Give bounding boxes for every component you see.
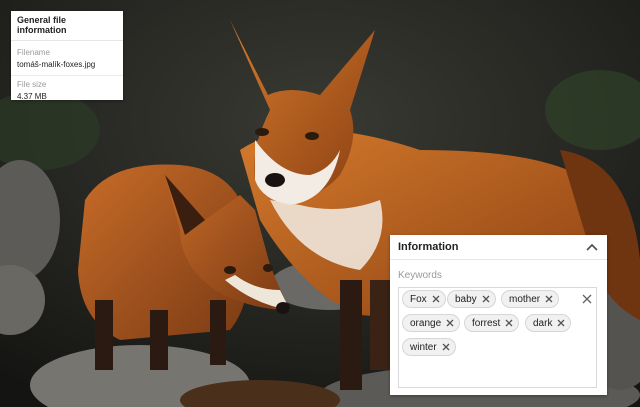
keyword-chip-label: dark — [533, 317, 553, 329]
keywords-label: Keywords — [398, 270, 442, 281]
close-icon[interactable] — [431, 294, 441, 304]
keyword-chip-label: Fox — [410, 293, 427, 305]
close-icon[interactable] — [556, 318, 566, 328]
close-icon[interactable] — [441, 342, 451, 352]
filesize-label: File size — [17, 80, 47, 89]
close-icon[interactable] — [504, 318, 514, 328]
close-icon[interactable] — [544, 294, 554, 304]
keyword-chip-label: baby — [455, 293, 477, 305]
keyword-chip: mother — [501, 290, 560, 308]
keyword-chip: baby — [447, 290, 496, 308]
keyword-chip: dark — [525, 314, 572, 332]
close-icon[interactable] — [445, 318, 455, 328]
filesize-value: 4.37 MB — [17, 92, 47, 101]
close-icon[interactable] — [481, 294, 491, 304]
keyword-chip-label: forrest — [472, 317, 501, 329]
information-panel: Information Keywords Fox baby mother ora… — [390, 235, 607, 395]
information-header: Information — [390, 235, 607, 260]
file-info-title: General file information — [11, 11, 123, 41]
keyword-chip-label: winter — [410, 341, 437, 353]
keywords-input[interactable]: Fox baby mother orange forrest dark wint… — [398, 287, 597, 388]
clear-keywords-icon[interactable] — [581, 292, 593, 304]
keyword-chip: Fox — [402, 290, 446, 308]
keyword-chip: orange — [402, 314, 461, 332]
filename-label: Filename — [17, 48, 50, 57]
keyword-chip: forrest — [464, 314, 520, 332]
file-info-panel: General file information Filename tomáš-… — [11, 11, 123, 101]
filename-value: tomáš-malík-foxes.jpg — [17, 60, 96, 69]
chevron-up-icon[interactable] — [585, 240, 599, 254]
keyword-chip-label: orange — [410, 317, 442, 329]
information-title: Information — [398, 241, 459, 253]
keyword-chip-label: mother — [509, 293, 541, 305]
keyword-chip: winter — [402, 338, 456, 356]
